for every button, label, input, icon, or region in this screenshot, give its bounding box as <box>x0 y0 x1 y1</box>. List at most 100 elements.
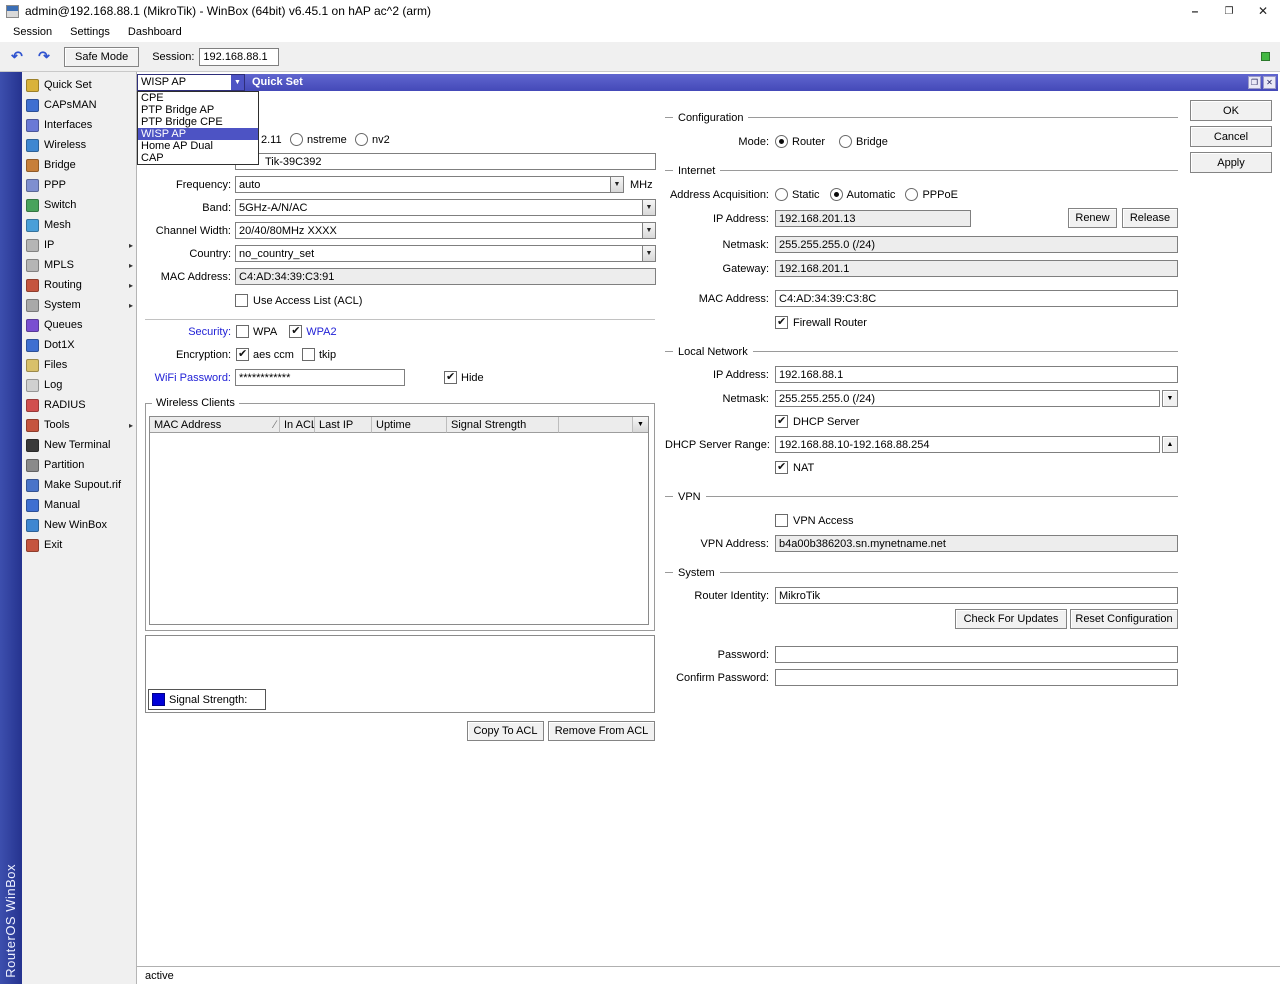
menu-settings[interactable]: Settings <box>61 22 119 42</box>
dhcp-server-checkbox[interactable] <box>775 414 788 428</box>
local-netmask-input[interactable] <box>775 390 1160 407</box>
sidebar-item-interfaces[interactable]: Interfaces <box>22 115 136 135</box>
chevron-down-icon[interactable] <box>642 245 656 262</box>
remove-from-acl-button[interactable]: Remove From ACL <box>548 721 655 741</box>
frequency-input[interactable] <box>235 176 610 193</box>
sidebar-item-manual[interactable]: Manual <box>22 495 136 515</box>
sidebar-item-mesh[interactable]: Mesh <box>22 215 136 235</box>
undo-icon[interactable] <box>6 47 28 67</box>
chevron-down-icon[interactable] <box>231 75 244 90</box>
sidebar-item-wireless[interactable]: Wireless <box>22 135 136 155</box>
local-netmask-dropdown-icon[interactable] <box>1162 390 1178 407</box>
dropdown-option-ptp-bridge-cpe[interactable]: PTP Bridge CPE <box>138 116 258 128</box>
close-button[interactable] <box>1246 0 1280 22</box>
wpa-checkbox[interactable] <box>236 325 249 338</box>
nstreme-radio[interactable] <box>290 133 303 146</box>
ok-button[interactable]: OK <box>1190 100 1272 121</box>
nv2-radio[interactable] <box>355 133 368 146</box>
column-header-last-ip[interactable]: Last IP <box>315 417 372 433</box>
wireless-mac-input[interactable] <box>235 268 656 285</box>
chevron-down-icon[interactable] <box>642 222 656 239</box>
vpn-access-checkbox[interactable] <box>775 514 788 527</box>
renew-button[interactable]: Renew <box>1068 208 1117 228</box>
sidebar-item-partition[interactable]: Partition <box>22 455 136 475</box>
confirm-password-input[interactable] <box>775 669 1178 686</box>
band-input[interactable] <box>235 199 642 216</box>
sidebar-item-bridge[interactable]: Bridge <box>22 155 136 175</box>
sidebar-item-routing[interactable]: Routing <box>22 275 136 295</box>
acquisition-automatic-radio[interactable] <box>829 188 843 201</box>
sidebar-item-system[interactable]: System <box>22 295 136 315</box>
dropdown-option-wisp-ap[interactable]: WISP AP <box>138 128 258 140</box>
tkip-checkbox[interactable] <box>301 348 315 361</box>
country-input[interactable] <box>235 245 642 262</box>
mode-bridge-radio[interactable] <box>839 135 853 148</box>
internet-mac-input[interactable] <box>775 290 1178 307</box>
local-ip-input[interactable] <box>775 366 1178 383</box>
panel-close-button[interactable] <box>1263 76 1276 89</box>
sidebar-item-new-terminal[interactable]: New Terminal <box>22 435 136 455</box>
use-acl-checkbox[interactable] <box>235 294 248 307</box>
sidebar-item-tools[interactable]: Tools <box>22 415 136 435</box>
release-button[interactable]: Release <box>1122 208 1178 228</box>
hide-password-checkbox[interactable] <box>444 370 457 384</box>
dropdown-option-cpe[interactable]: CPE <box>138 92 258 104</box>
sidebar-item-radius[interactable]: RADIUS <box>22 395 136 415</box>
sidebar-item-log[interactable]: Log <box>22 375 136 395</box>
dhcp-range-up-icon[interactable] <box>1162 436 1178 453</box>
internet-netmask-input[interactable] <box>775 236 1178 253</box>
redo-icon[interactable] <box>33 47 55 67</box>
sidebar-item-ppp[interactable]: PPP <box>22 175 136 195</box>
sidebar-item-ip[interactable]: IP <box>22 235 136 255</box>
session-input[interactable] <box>199 47 280 66</box>
nat-checkbox[interactable] <box>775 460 788 474</box>
channel-width-input[interactable] <box>235 222 642 239</box>
dropdown-option-ptp-bridge-ap[interactable]: PTP Bridge AP <box>138 104 258 116</box>
dropdown-option-home-ap-dual[interactable]: Home AP Dual <box>138 140 258 152</box>
apply-button[interactable]: Apply <box>1190 152 1272 173</box>
column-header-signal-strength[interactable]: Signal Strength <box>447 417 559 433</box>
wpa2-checkbox[interactable] <box>289 324 303 338</box>
minimize-button[interactable] <box>1178 0 1212 22</box>
quickset-mode-select[interactable]: WISP AP <box>137 74 245 91</box>
sidebar-item-files[interactable]: Files <box>22 355 136 375</box>
router-identity-input[interactable] <box>775 587 1178 604</box>
menu-dashboard[interactable]: Dashboard <box>119 22 191 42</box>
sidebar-item-mpls[interactable]: MPLS <box>22 255 136 275</box>
wifi-password-input[interactable] <box>235 369 405 386</box>
sidebar-item-capsman[interactable]: CAPsMAN <box>22 95 136 115</box>
sidebar-item-quick-set[interactable]: Quick Set <box>22 75 136 95</box>
check-for-updates-button[interactable]: Check For Updates <box>955 609 1067 629</box>
network-name-input[interactable] <box>235 153 656 170</box>
sidebar-item-switch[interactable]: Switch <box>22 195 136 215</box>
dhcp-range-input[interactable] <box>775 436 1160 453</box>
safe-mode-button[interactable]: Safe Mode <box>64 46 140 67</box>
panel-restore-button[interactable] <box>1248 76 1261 89</box>
sidebar-item-exit[interactable]: Exit <box>22 535 136 555</box>
vpn-address-input[interactable] <box>775 535 1178 552</box>
internet-ip-input[interactable] <box>775 210 971 227</box>
acquisition-static-radio[interactable] <box>775 188 788 201</box>
menu-session[interactable]: Session <box>4 22 61 42</box>
mode-router-radio[interactable] <box>775 135 788 148</box>
chevron-down-icon[interactable] <box>642 199 656 216</box>
sidebar-item-dot1x[interactable]: Dot1X <box>22 335 136 355</box>
maximize-button[interactable] <box>1212 0 1246 22</box>
column-header-in-acl[interactable]: In ACL <box>280 417 315 433</box>
column-header-mac-address[interactable]: MAC Address <box>150 417 280 433</box>
copy-to-acl-button[interactable]: Copy To ACL <box>467 721 544 741</box>
cancel-button[interactable]: Cancel <box>1190 126 1272 147</box>
sidebar-item-new-winbox[interactable]: New WinBox <box>22 515 136 535</box>
chevron-down-icon[interactable] <box>610 176 624 193</box>
gateway-input[interactable] <box>775 260 1178 277</box>
password-input[interactable] <box>775 646 1178 663</box>
firewall-router-checkbox[interactable] <box>775 315 788 329</box>
acquisition-pppoe-radio[interactable] <box>905 188 919 201</box>
table-columns-dropdown-icon[interactable] <box>632 417 648 433</box>
dropdown-option-cap[interactable]: CAP <box>138 152 258 164</box>
sidebar-item-queues[interactable]: Queues <box>22 315 136 335</box>
reset-configuration-button[interactable]: Reset Configuration <box>1070 609 1178 629</box>
aes-ccm-checkbox[interactable] <box>236 347 249 361</box>
sidebar-item-make-supout[interactable]: Make Supout.rif <box>22 475 136 495</box>
column-header-uptime[interactable]: Uptime <box>372 417 447 433</box>
